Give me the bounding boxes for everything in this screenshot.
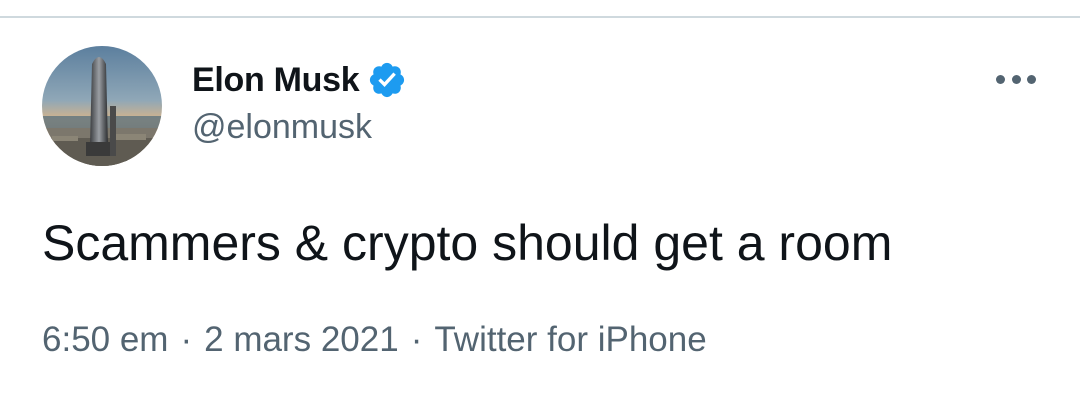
author-handle[interactable]: @elonmusk: [192, 108, 372, 147]
tweet-time[interactable]: 6:50 em: [42, 320, 168, 360]
more-horizontal-icon[interactable]: [996, 64, 1036, 94]
meta-separator: ·: [180, 320, 193, 359]
avatar[interactable]: [42, 46, 162, 166]
tweet-metadata: 6:50 em · 2 mars 2021 · Twitter for iPho…: [42, 320, 707, 360]
tweet-date[interactable]: 2 mars 2021: [204, 320, 399, 360]
tweet-source[interactable]: Twitter for iPhone: [434, 320, 706, 360]
author-display-name[interactable]: Elon Musk: [192, 61, 360, 100]
more-dot: [1027, 74, 1036, 84]
meta-separator: ·: [410, 320, 423, 359]
author-name-row: Elon Musk: [192, 58, 407, 102]
verified-badge-icon: [367, 60, 407, 100]
more-dot: [1011, 74, 1021, 84]
top-divider: [0, 16, 1080, 18]
more-dot: [996, 74, 1005, 84]
tweet-text: Scammers & crypto should get a room: [42, 215, 893, 271]
tweet-card: Elon Musk @elonmusk Scammers & crypto sh…: [0, 0, 1080, 402]
starship-photo-avatar: [42, 46, 162, 166]
